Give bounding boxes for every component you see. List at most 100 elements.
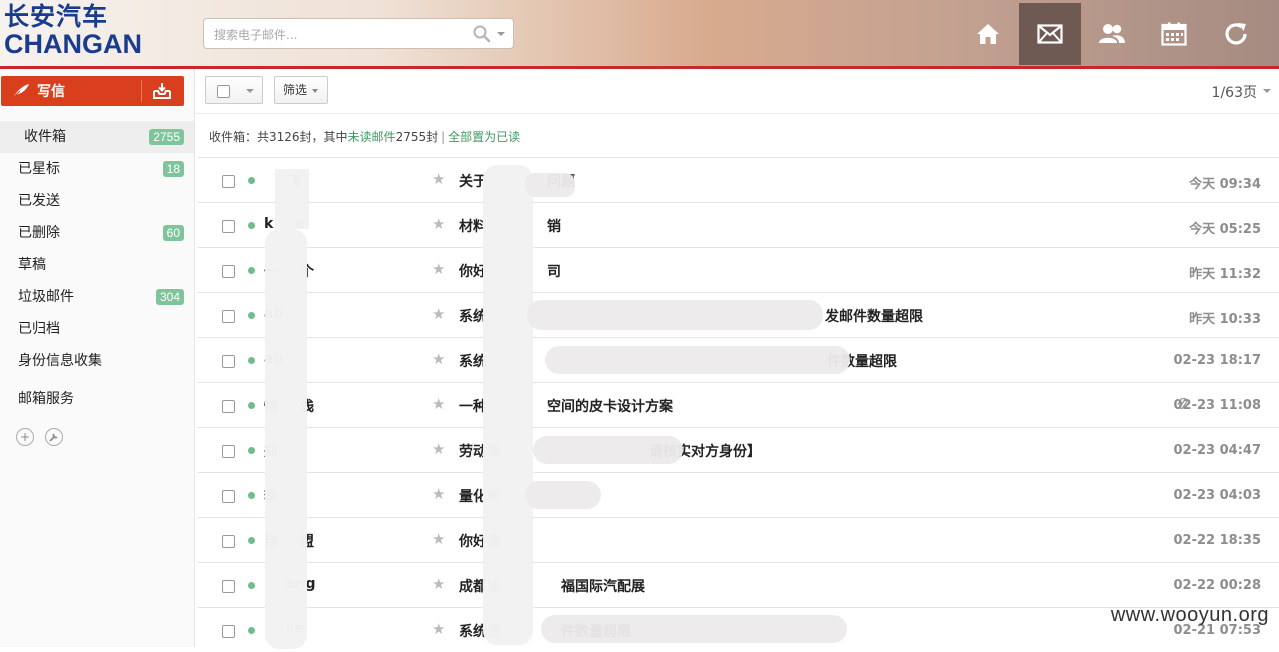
nav-contacts-button[interactable] xyxy=(1081,3,1143,65)
unread-dot-icon xyxy=(248,537,255,544)
row-checkbox[interactable] xyxy=(222,535,235,548)
unread-count-badge: 60 xyxy=(162,225,184,241)
row-checkbox[interactable] xyxy=(222,445,235,458)
email-row[interactable]: 自盟★你好贵02-22 18:35 xyxy=(198,517,1279,562)
unread-dot-icon xyxy=(248,402,255,409)
email-row[interactable]: 飞★关于问题今天 09:34 xyxy=(198,157,1279,202)
star-icon[interactable]: ★ xyxy=(432,350,445,368)
wrench-settings-icon[interactable] xyxy=(45,427,64,446)
page-indicator: 1/63页 xyxy=(1211,85,1257,101)
email-row[interactable]: 情浅★一种空间的皮卡设计方案02-23 11:08 xyxy=(198,382,1279,427)
received-date: 02-23 04:03 xyxy=(1173,488,1261,503)
star-icon[interactable]: ★ xyxy=(432,215,445,233)
email-row[interactable]: 郑★劳动争请核实对方身份】02-23 04:47 xyxy=(198,427,1279,472)
email-row[interactable]: 一个★你好司昨天 11:32 xyxy=(198,247,1279,292)
folder-label: 收件箱 xyxy=(24,129,66,145)
received-date: 今天 05:25 xyxy=(1189,222,1261,237)
calendar-icon xyxy=(1161,22,1187,46)
select-all-checkbox[interactable] xyxy=(217,85,230,98)
received-date: 02-23 04:47 xyxy=(1173,443,1261,458)
received-date: 02-22 18:35 xyxy=(1173,533,1261,548)
unread-dot-icon xyxy=(248,582,255,589)
nav-home-button[interactable] xyxy=(957,3,1019,65)
row-checkbox[interactable] xyxy=(222,580,235,593)
filter-button[interactable]: 筛选 xyxy=(274,76,328,104)
folder-drafts[interactable]: 草稿 xyxy=(0,249,194,281)
folder-deleted[interactable]: 已删除 60 xyxy=(0,217,194,249)
add-folder-icon[interactable]: + xyxy=(16,427,34,446)
folder-label: 已归档 xyxy=(18,321,60,337)
censor-mosaic xyxy=(525,173,575,197)
search-icon[interactable] xyxy=(473,25,491,43)
row-checkbox[interactable] xyxy=(222,265,235,278)
unread-dot-icon xyxy=(248,222,255,229)
search-box xyxy=(203,18,514,49)
folder-label: 已发送 xyxy=(18,193,60,209)
unread-mail-link[interactable]: 未读邮件 xyxy=(348,130,396,144)
censor-mosaic xyxy=(525,481,601,509)
row-checkbox[interactable] xyxy=(222,490,235,503)
folder-archived[interactable]: 已归档 xyxy=(0,313,194,345)
select-all-dropdown[interactable] xyxy=(205,76,263,104)
folder-inbox[interactable]: 收件箱 2755 xyxy=(0,121,194,153)
receive-mail-icon[interactable] xyxy=(152,82,172,100)
row-checkbox[interactable] xyxy=(222,220,235,233)
star-icon[interactable]: ★ xyxy=(432,575,445,593)
star-icon[interactable]: ★ xyxy=(432,305,445,323)
refresh-icon xyxy=(1225,23,1247,45)
watermark: www.wooyun.org xyxy=(1110,604,1269,626)
star-icon[interactable]: ★ xyxy=(432,530,445,548)
censor-mosaic xyxy=(541,615,847,643)
chevron-down-icon xyxy=(246,89,254,93)
star-icon[interactable]: ★ xyxy=(432,485,445,503)
unread-count-badge: 18 xyxy=(162,161,184,177)
subject-tail: 销 xyxy=(547,219,561,235)
star-icon[interactable]: ★ xyxy=(432,395,445,413)
row-checkbox[interactable] xyxy=(222,310,235,323)
email-row[interactable]: eng★成都法福国际汽配展02-22 00:28 xyxy=(198,562,1279,607)
subject-tail: 空间的皮卡设计方案 xyxy=(547,399,673,415)
folder-mail-services[interactable]: 邮箱服务 xyxy=(0,383,194,415)
received-date: 今天 09:34 xyxy=(1189,177,1261,192)
folder-spam[interactable]: 垃圾邮件 304 xyxy=(0,281,194,313)
censor-mosaic xyxy=(527,300,823,330)
row-checkbox[interactable] xyxy=(222,625,235,638)
row-checkbox[interactable] xyxy=(222,400,235,413)
subject-tail: 司 xyxy=(547,264,561,280)
received-date: 02-22 00:28 xyxy=(1173,578,1261,593)
folder-identity-collection[interactable]: 身份信息收集 xyxy=(0,345,194,377)
email-row[interactable]: ke★材料销今天 05:25 xyxy=(198,202,1279,247)
compose-button[interactable]: 写信 xyxy=(1,76,184,106)
folder-starred[interactable]: 已星标 18 xyxy=(0,153,194,185)
search-options-chevron-icon[interactable] xyxy=(497,32,505,36)
folder-sent[interactable]: 已发送 xyxy=(0,185,194,217)
star-icon[interactable]: ★ xyxy=(432,260,445,278)
folder-list: 收件箱 2755 已星标 18 已发送 已删除 60 草稿 垃圾邮件 304 已… xyxy=(0,121,194,415)
main-panel: 筛选 1/63页 收件箱：共3126封，其中未读邮件2755封|全部置为已读 飞… xyxy=(195,69,1279,649)
star-icon[interactable]: ★ xyxy=(432,620,445,638)
unread-dot-icon xyxy=(248,357,255,364)
search-input[interactable] xyxy=(212,24,466,46)
nav-refresh-button[interactable] xyxy=(1205,3,1267,65)
email-row[interactable]: 李★量化培02-23 04:03 xyxy=(198,472,1279,517)
mail-icon xyxy=(1037,24,1063,44)
received-date: 02-23 18:17 xyxy=(1173,353,1261,368)
mark-all-read-link[interactable]: 全部置为已读 xyxy=(448,130,520,144)
unread-count: 2755封 xyxy=(395,130,439,144)
received-date: 昨天 10:33 xyxy=(1189,312,1261,327)
censor-mosaic xyxy=(483,165,533,645)
changan-logo[interactable]: 长安汽车 CHANGAN xyxy=(4,4,164,60)
page-selector[interactable]: 1/63页 xyxy=(1211,82,1271,102)
star-icon[interactable]: ★ xyxy=(432,170,445,188)
row-checkbox[interactable] xyxy=(222,175,235,188)
nav-calendar-button[interactable] xyxy=(1143,3,1205,65)
folder-label: 草稿 xyxy=(18,257,46,273)
unread-dot-icon xyxy=(248,447,255,454)
home-icon xyxy=(977,24,999,44)
summary-divider: | xyxy=(441,130,446,144)
star-icon[interactable]: ★ xyxy=(432,440,445,458)
nav-mail-button[interactable] xyxy=(1019,3,1081,65)
row-checkbox[interactable] xyxy=(222,355,235,368)
unread-dot-icon xyxy=(248,627,255,634)
folder-tools: + xyxy=(16,426,69,446)
